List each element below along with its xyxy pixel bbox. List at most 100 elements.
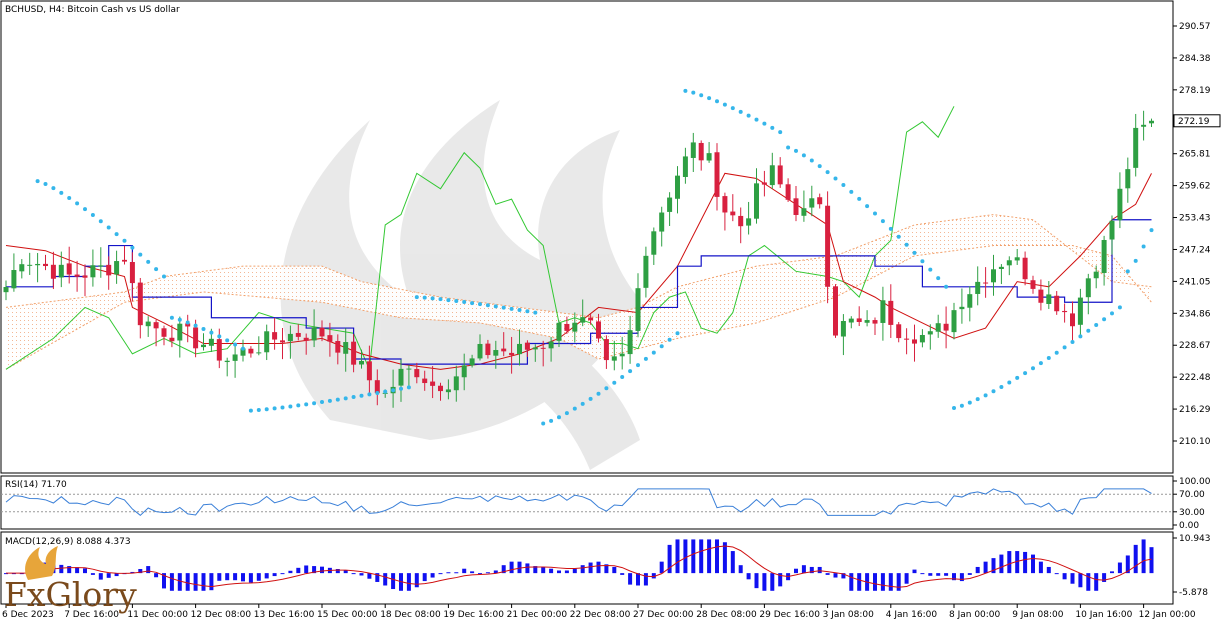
macd-histogram-bar (280, 573, 285, 575)
price-tick-label: 278.19 (1179, 86, 1211, 96)
time-tick-label: 27 Dec 00:00 (633, 610, 694, 620)
sar-dot (746, 113, 751, 118)
candle-body (509, 352, 515, 356)
sar-dot (572, 406, 577, 411)
candle-body (430, 381, 436, 386)
price-tick-label: 253.43 (1179, 214, 1211, 224)
candle-body (438, 385, 443, 392)
candle (145, 316, 151, 337)
sar-dot (509, 306, 514, 311)
candle (1109, 215, 1115, 255)
macd-histogram-bar (1038, 561, 1043, 574)
candle-body (880, 300, 886, 323)
time-tick-label: 12 Jan 00:00 (1139, 610, 1196, 620)
sar-dot (636, 363, 640, 368)
macd-histogram-bar (691, 539, 696, 574)
macd-histogram-bar (636, 573, 640, 586)
candle (161, 325, 167, 346)
candle (872, 317, 878, 335)
sar-dot (533, 310, 538, 315)
sar-dot (201, 326, 206, 331)
candle (635, 273, 641, 338)
macd-histogram-bar (304, 565, 309, 574)
sar-dot (541, 421, 546, 426)
sar-dot (667, 337, 672, 342)
candle (935, 314, 941, 338)
candle-body (145, 321, 151, 327)
candle-body (825, 205, 831, 287)
time-tick-label: 4 Jan 16:00 (886, 610, 938, 620)
price-tick-label: 284.38 (1179, 54, 1211, 64)
sar-dot (430, 296, 435, 301)
macd-histogram-bar (849, 573, 854, 591)
macd-histogram-bar (746, 573, 751, 580)
macd-tick-label: 10.943 (1179, 534, 1211, 544)
sar-dot (462, 300, 467, 305)
time-tick-label: 18 Dec 08:00 (380, 610, 441, 620)
candle-body (1149, 120, 1154, 124)
sar-dot (280, 405, 285, 410)
macd-histogram-bar (1054, 573, 1059, 575)
macd-histogram-bar (454, 572, 459, 574)
macd-histogram-bar (525, 563, 530, 574)
sar-dot (304, 402, 309, 407)
sar-dot (525, 309, 530, 314)
sar-dot (1110, 311, 1114, 316)
candle-body (477, 343, 483, 359)
sar-dot (1007, 380, 1012, 385)
candle (1030, 275, 1036, 294)
candle-body (801, 208, 807, 216)
sar-dot (675, 331, 680, 336)
sar-dot (991, 389, 996, 394)
candle-body (256, 352, 262, 354)
candle (667, 192, 673, 227)
time-tick-label: 21 Dec 00:00 (507, 610, 568, 620)
candle-body (785, 184, 791, 200)
macd-histogram-bar (683, 539, 688, 574)
candle (256, 336, 262, 356)
sar-dot (122, 238, 127, 243)
sar-dot (256, 408, 261, 413)
candle (698, 140, 704, 171)
macd-histogram-bar (722, 542, 727, 574)
candle (722, 192, 728, 231)
macd-histogram-bar (462, 568, 467, 574)
candle-body (667, 197, 673, 212)
candle (840, 314, 846, 356)
candle (706, 142, 712, 163)
candle-body (295, 332, 301, 337)
macd-histogram-bar (470, 571, 475, 574)
sar-dot (399, 386, 403, 391)
candle (82, 264, 88, 297)
sar-dot (1149, 228, 1154, 233)
candle-body (311, 327, 317, 341)
candle-body (754, 183, 759, 219)
candle-body (517, 343, 522, 355)
sar-dot (699, 93, 704, 98)
current-price-label: 272.19 (1178, 117, 1210, 127)
sar-dot (983, 393, 988, 398)
candle (27, 252, 33, 275)
candle-body (817, 197, 823, 205)
sar-dot (43, 182, 48, 187)
candle (825, 191, 831, 304)
price-tick-label: 234.86 (1179, 309, 1211, 319)
sar-dot (162, 274, 166, 279)
sar-dot (248, 408, 253, 413)
macd-histogram-bar (983, 561, 988, 574)
price-tick-label: 290.57 (1179, 22, 1211, 32)
macd-histogram-bar (1070, 573, 1075, 584)
sar-dot (367, 392, 372, 397)
price-tick-label: 222.48 (1179, 373, 1211, 383)
macd-histogram-bar (485, 572, 490, 574)
sar-dot (691, 90, 696, 95)
candle-body (1101, 239, 1107, 274)
sar-dot (730, 106, 735, 111)
macd-histogram-bar (628, 573, 633, 585)
sar-dot (517, 308, 522, 313)
candle-body (1125, 169, 1131, 189)
macd-histogram-bar (517, 561, 522, 574)
macd-histogram-bar (541, 566, 546, 574)
sar-dot (272, 406, 277, 411)
candle (1014, 248, 1020, 265)
